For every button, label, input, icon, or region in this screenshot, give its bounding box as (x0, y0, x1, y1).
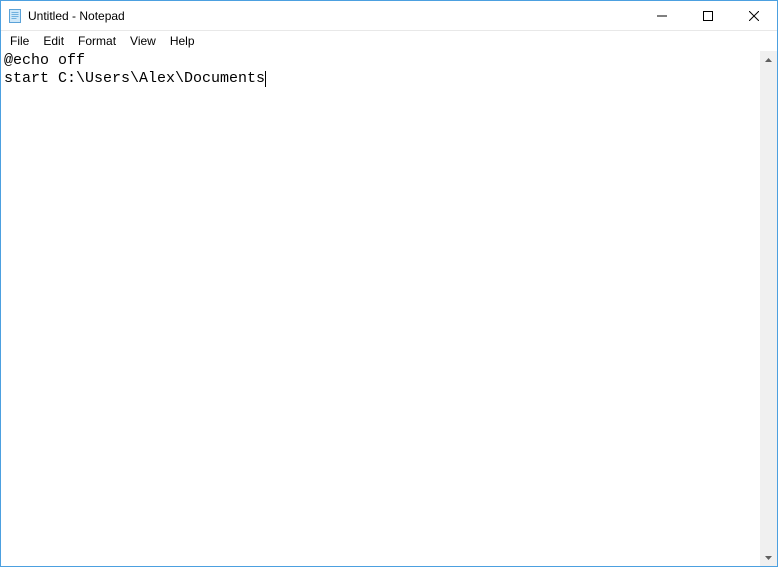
menu-file[interactable]: File (3, 33, 36, 49)
editor-text: @echo off start C:\Users\Alex\Documents (4, 52, 265, 87)
notepad-window: Untitled - Notepad File Edit (0, 0, 778, 567)
window-title: Untitled - Notepad (28, 9, 125, 23)
maximize-button[interactable] (685, 1, 731, 30)
scrollbar-down-arrow[interactable] (760, 549, 777, 566)
minimize-button[interactable] (639, 1, 685, 30)
notepad-icon (7, 8, 23, 24)
menu-view[interactable]: View (123, 33, 163, 49)
titlebar[interactable]: Untitled - Notepad (1, 1, 777, 31)
close-button[interactable] (731, 1, 777, 30)
menu-edit[interactable]: Edit (36, 33, 71, 49)
text-editor[interactable]: @echo off start C:\Users\Alex\Documents (1, 51, 760, 566)
scrollbar-up-arrow[interactable] (760, 51, 777, 68)
window-controls (639, 1, 777, 30)
scrollbar-track[interactable] (760, 68, 777, 549)
content-area: @echo off start C:\Users\Alex\Documents (1, 51, 777, 566)
vertical-scrollbar[interactable] (760, 51, 777, 566)
menubar: File Edit Format View Help (1, 31, 777, 51)
menu-format[interactable]: Format (71, 33, 123, 49)
text-cursor (265, 71, 266, 87)
menu-help[interactable]: Help (163, 33, 202, 49)
